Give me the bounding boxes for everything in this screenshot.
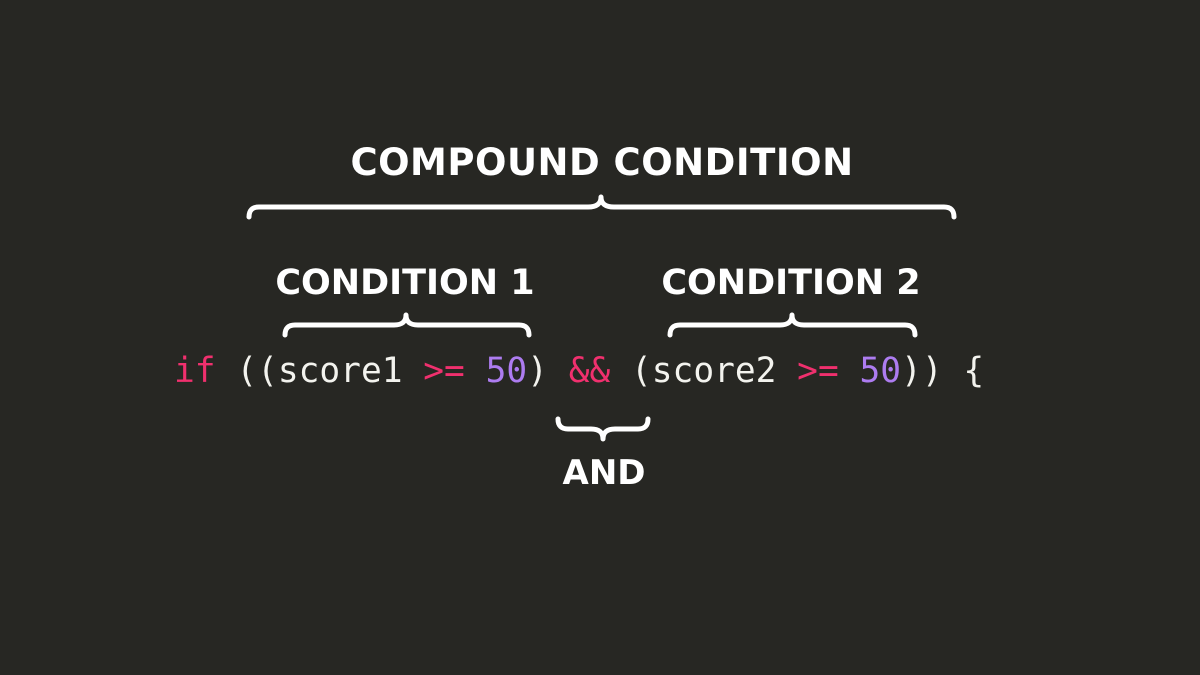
code-token-plain: )) { [901,351,985,391]
and-brace [555,416,651,442]
code-token-number: 50 [485,351,528,391]
code-token-plain: ) [527,351,569,391]
code-token-number: 50 [859,351,902,391]
condition1-label: CONDITION 1 [275,263,535,303]
brace-layer [246,194,957,442]
condition2-brace [667,312,918,338]
code-token-operator: >= [423,351,465,391]
and-label: AND [562,453,646,493]
code-token-operator: && [568,351,611,391]
compound-brace [246,194,957,220]
condition2-label: CONDITION 2 [661,263,921,303]
compound-condition-label: COMPOUND CONDITION [350,141,854,184]
code-token-plain: ((score1 [215,351,424,391]
code-token-operator: >= [797,351,839,391]
diagram-canvas: COMPOUND CONDITION CONDITION 1 CONDITION… [0,0,1200,675]
code-line: if ((score1 >= 50) && (score2 >= 50)) { [174,354,984,389]
code-token-keyword: if [174,351,216,391]
condition1-brace [282,312,532,338]
code-token-plain: (score2 [610,351,798,391]
